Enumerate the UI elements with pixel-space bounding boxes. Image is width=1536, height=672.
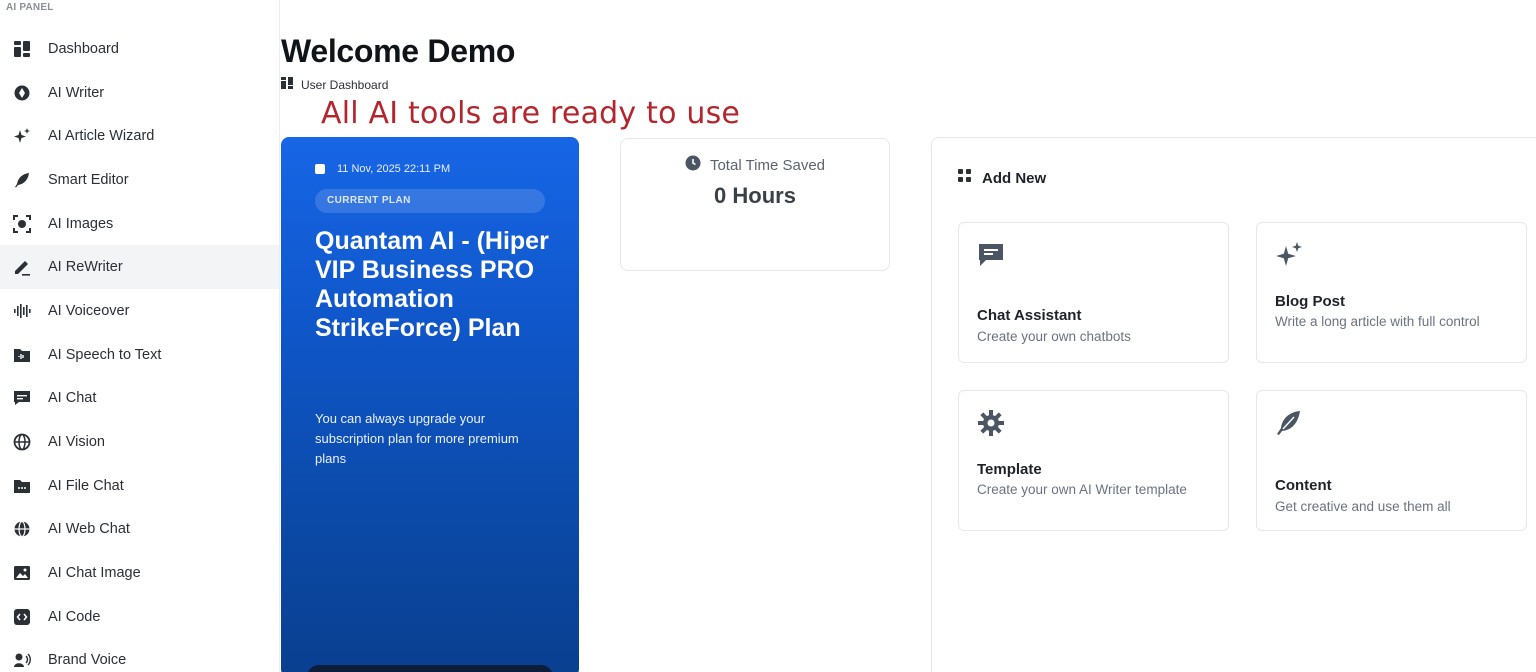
folder-icon: [12, 476, 32, 496]
pencil-icon: [12, 257, 32, 277]
tile-chat-assistant[interactable]: Chat Assistant Create your own chatbots: [958, 222, 1229, 363]
add-new-title: Add New: [958, 169, 1046, 187]
overlay-caption: All AI tools are ready to use: [321, 96, 741, 131]
plan-name: Quantam AI - (Hiper VIP Business PRO Aut…: [315, 227, 549, 342]
plan-date-text: 11 Nov, 2025 22:11 PM: [337, 163, 451, 175]
sidebar-item-label: AI Speech to Text: [48, 346, 162, 363]
sidebar: AI PANEL Dashboard AI Writer AI Article …: [0, 0, 280, 672]
gear-icon: [977, 409, 1005, 437]
feather-icon: [1275, 409, 1303, 437]
sidebar-item-ai-images[interactable]: AI Images: [0, 202, 279, 246]
calendar-icon: [315, 164, 325, 174]
sidebar-item-label: Brand Voice: [48, 652, 127, 669]
sidebar-item-dashboard[interactable]: Dashboard: [0, 27, 279, 71]
time-saved-value: 0 Hours: [714, 183, 796, 208]
breadcrumb-label[interactable]: User Dashboard: [301, 78, 388, 92]
sidebar-item-ai-speech-to-text[interactable]: AI Speech to Text: [0, 333, 279, 377]
sidebar-item-ai-chat-image[interactable]: AI Chat Image: [0, 551, 279, 595]
sidebar-item-label: AI Code: [48, 608, 101, 625]
grid-dots-icon: [958, 169, 982, 187]
sidebar-item-ai-web-chat[interactable]: AI Web Chat: [0, 508, 279, 552]
image-scan-icon: [12, 214, 32, 234]
plan-badge: CURRENT PLAN: [315, 189, 545, 213]
sidebar-item-label: AI Images: [48, 215, 114, 232]
tile-description: Get creative and use them all: [1275, 499, 1451, 514]
waveform-icon: [12, 301, 32, 321]
tile-description: Create your own AI Writer template: [977, 482, 1187, 497]
time-saved-label: Total Time Saved: [621, 155, 889, 175]
chat-bubble-icon: [977, 241, 1005, 269]
tile-description: Create your own chatbots: [977, 329, 1131, 344]
plan-date: 11 Nov, 2025 22:11 PM: [315, 163, 450, 175]
sidebar-nav: Dashboard AI Writer AI Article Wizard Sm…: [0, 27, 279, 672]
current-plan-card: 11 Nov, 2025 22:11 PM CURRENT PLAN Quant…: [281, 137, 579, 672]
sparkles-icon: [1275, 241, 1303, 269]
sparkles-icon: [12, 126, 32, 146]
time-saved-label-text: Total Time Saved: [709, 156, 826, 174]
sidebar-item-label: AI ReWriter: [48, 259, 123, 276]
feather-icon: [12, 170, 32, 190]
add-new-title-text: Add New: [982, 169, 1047, 187]
tile-description: Write a long article with full control: [1275, 314, 1480, 329]
sidebar-item-label: Dashboard: [48, 40, 119, 57]
clock-icon: [685, 155, 710, 175]
tile-blog-post[interactable]: Blog Post Write a long article with full…: [1256, 222, 1527, 363]
globe-icon: [12, 432, 32, 452]
sidebar-item-label: Smart Editor: [48, 171, 129, 188]
sidebar-item-label: AI Web Chat: [48, 521, 130, 538]
voice-icon: [12, 650, 32, 670]
upgrade-button[interactable]: [307, 665, 553, 672]
tile-title: Blog Post: [1275, 293, 1345, 310]
sidebar-item-ai-writer[interactable]: AI Writer: [0, 71, 279, 115]
sidebar-item-label: AI Chat: [48, 390, 97, 407]
sidebar-item-ai-vision[interactable]: AI Vision: [0, 420, 279, 464]
grid-icon: [12, 39, 32, 59]
sidebar-item-ai-article-wizard[interactable]: AI Article Wizard: [0, 114, 279, 158]
sidebar-item-ai-rewriter[interactable]: AI ReWriter: [0, 245, 279, 290]
add-new-panel: Add New Chat Assistant Create your own c…: [931, 137, 1536, 672]
sidebar-item-brand-voice[interactable]: Brand Voice: [0, 639, 279, 672]
grid-icon: [281, 77, 301, 92]
photo-icon: [12, 563, 32, 583]
folder-audio-icon: [12, 345, 32, 365]
web-icon: [12, 519, 32, 539]
pen-nib-icon: [12, 83, 32, 103]
panel-label: AI PANEL: [6, 2, 54, 13]
sidebar-item-label: AI Vision: [48, 434, 105, 451]
sidebar-item-ai-voiceover[interactable]: AI Voiceover: [0, 289, 279, 333]
sidebar-item-smart-editor[interactable]: Smart Editor: [0, 158, 279, 202]
time-saved-card: Total Time Saved 0 Hours: [620, 138, 890, 271]
sidebar-item-label: AI Voiceover: [48, 302, 130, 319]
chat-icon: [12, 388, 32, 408]
sidebar-item-label: AI File Chat: [48, 477, 124, 494]
plan-description: You can always upgrade your subscription…: [315, 411, 519, 466]
sidebar-item-ai-chat[interactable]: AI Chat: [0, 377, 279, 421]
page-title: Welcome Demo: [281, 33, 516, 69]
code-icon: [12, 607, 32, 627]
sidebar-item-label: AI Writer: [48, 84, 105, 101]
breadcrumb: User Dashboard: [281, 77, 388, 92]
tile-title: Content: [1275, 477, 1332, 494]
tile-template[interactable]: Template Create your own AI Writer templ…: [958, 390, 1229, 531]
sidebar-item-ai-file-chat[interactable]: AI File Chat: [0, 464, 279, 508]
sidebar-item-ai-code[interactable]: AI Code: [0, 595, 279, 639]
sidebar-item-label: AI Chat Image: [48, 565, 141, 582]
tile-title: Template: [977, 461, 1042, 478]
tile-title: Chat Assistant: [977, 307, 1082, 324]
tile-content[interactable]: Content Get creative and use them all: [1256, 390, 1527, 531]
sidebar-item-label: AI Article Wizard: [48, 128, 155, 145]
